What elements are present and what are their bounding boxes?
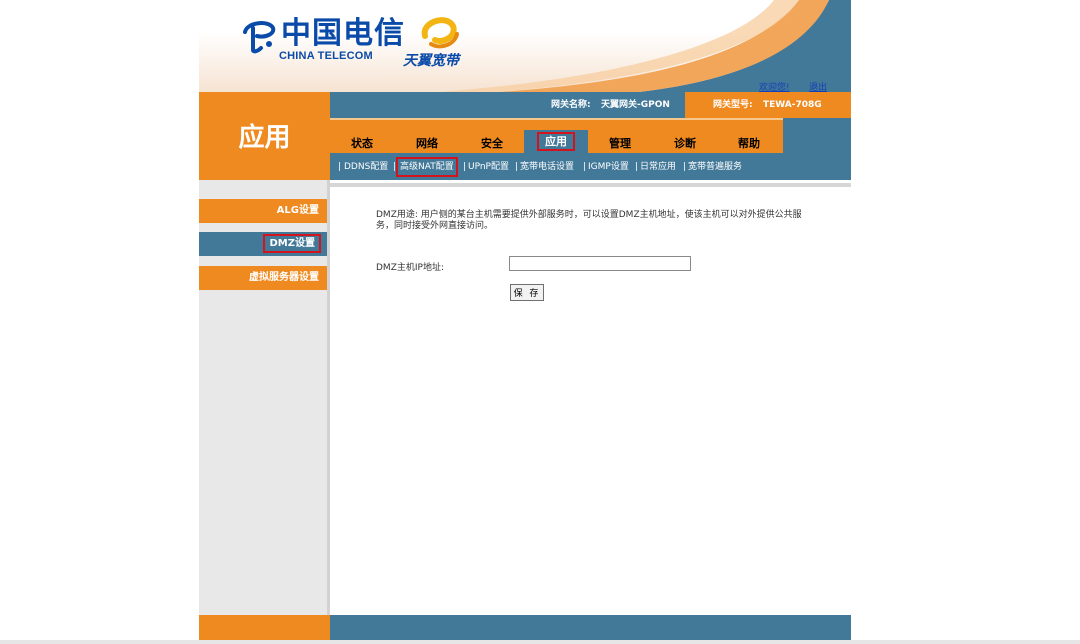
- sidebar-item-alg[interactable]: ALG设置: [199, 199, 327, 223]
- sidebar-item-label: 虚拟服务器设置: [249, 272, 319, 283]
- tab-label: 安全: [481, 137, 503, 150]
- main-content: DMZ用途: 用户侧的某台主机需要提供外部服务时，可以设置DMZ主机地址，使该主…: [330, 180, 851, 615]
- subtab-daily-apps[interactable]: 日常应用: [640, 159, 676, 175]
- separator: |: [635, 162, 639, 172]
- dmz-ip-input[interactable]: [509, 256, 691, 271]
- subtab-upnp[interactable]: UPnP配置: [468, 159, 509, 175]
- gateway-model-value: TEWA-708G: [763, 100, 822, 110]
- tab-application[interactable]: 应用: [524, 130, 588, 153]
- separator: |: [393, 162, 397, 172]
- welcome-link[interactable]: 欢迎您!: [759, 80, 790, 92]
- tab-bar-end: [783, 118, 851, 153]
- dmz-description: DMZ用途: 用户侧的某台主机需要提供外部服务时，可以设置DMZ主机地址，使该主…: [376, 210, 802, 231]
- separator: |: [583, 162, 587, 172]
- sidebar-item-virtual-server[interactable]: 虚拟服务器设置: [199, 266, 327, 290]
- telecom-swirl-icon: [243, 21, 276, 54]
- tianyi-swirl-icon: [421, 17, 459, 49]
- tab-network[interactable]: 网络: [395, 135, 459, 153]
- banner: 中国电信 CHINA TELECOM 天翼宽带 欢迎您! 退出: [199, 0, 851, 92]
- subtab-universal-service[interactable]: 宽带普遍服务: [688, 159, 742, 175]
- tab-label: 状态: [351, 137, 373, 150]
- tab-help[interactable]: 帮助: [717, 135, 781, 153]
- gateway-model-label: 网关型号:: [713, 100, 753, 110]
- gateway-model-box: 网关型号: TEWA-708G: [685, 92, 851, 118]
- logout-link[interactable]: 退出: [809, 80, 827, 92]
- left-sidebar: ALG设置 DMZ设置 虚拟服务器设置: [199, 180, 330, 615]
- tianyi-broadband-logo: 天翼宽带: [403, 14, 473, 70]
- tab-label: 网络: [416, 137, 438, 150]
- tab-label: 诊断: [674, 137, 696, 150]
- china-telecom-en: CHINA TELECOM: [279, 50, 373, 62]
- china-telecom-cn: 中国电信: [281, 16, 405, 51]
- tab-diagnostics[interactable]: 诊断: [653, 135, 717, 153]
- gateway-name-value: 天翼网关-GPON: [601, 100, 670, 110]
- sidebar-item-label: DMZ设置: [263, 234, 321, 253]
- main-tab-bar: 状态 网络 安全 应用 管理 诊断 帮助: [330, 118, 851, 153]
- tab-security[interactable]: 安全: [460, 135, 524, 153]
- separator: |: [463, 162, 467, 172]
- separator: |: [338, 162, 342, 172]
- tab-management[interactable]: 管理: [588, 135, 652, 153]
- gateway-name-label: 网关名称:: [551, 100, 591, 110]
- page-bottom-border: [0, 640, 1080, 644]
- page-title: 应用: [199, 92, 330, 180]
- separator: |: [515, 162, 519, 172]
- tab-label: 管理: [609, 137, 631, 150]
- china-telecom-logo: 中国电信 CHINA TELECOM: [239, 18, 405, 62]
- subtab-voip[interactable]: 宽带电话设置: [520, 159, 574, 175]
- dmz-ip-label: DMZ主机IP地址:: [376, 263, 444, 273]
- sidebar-item-label: ALG设置: [276, 205, 319, 216]
- gateway-info-bar: 网关名称: 天翼网关-GPON 网关型号: TEWA-708G: [330, 92, 851, 118]
- separator: |: [683, 162, 687, 172]
- tab-status[interactable]: 状态: [330, 135, 394, 153]
- subtab-advanced-nat[interactable]: 高级NAT配置: [396, 157, 458, 177]
- save-button[interactable]: 保 存: [510, 284, 544, 301]
- sidebar-item-dmz[interactable]: DMZ设置: [199, 232, 327, 256]
- subtab-ddns[interactable]: DDNS配置: [344, 159, 388, 175]
- sub-tab-bar: | DDNS配置 | 高级NAT配置 | UPnP配置 | 宽带电话设置 | I…: [330, 153, 851, 180]
- tab-label: 帮助: [738, 137, 760, 150]
- subtab-igmp[interactable]: IGMP设置: [588, 159, 629, 175]
- tab-label: 应用: [537, 132, 575, 151]
- divider: [330, 183, 851, 187]
- tab-strip-highlight: [330, 118, 783, 120]
- router-admin-frame: 中国电信 CHINA TELECOM 天翼宽带 欢迎您! 退出 应用 网关名称:…: [199, 0, 851, 644]
